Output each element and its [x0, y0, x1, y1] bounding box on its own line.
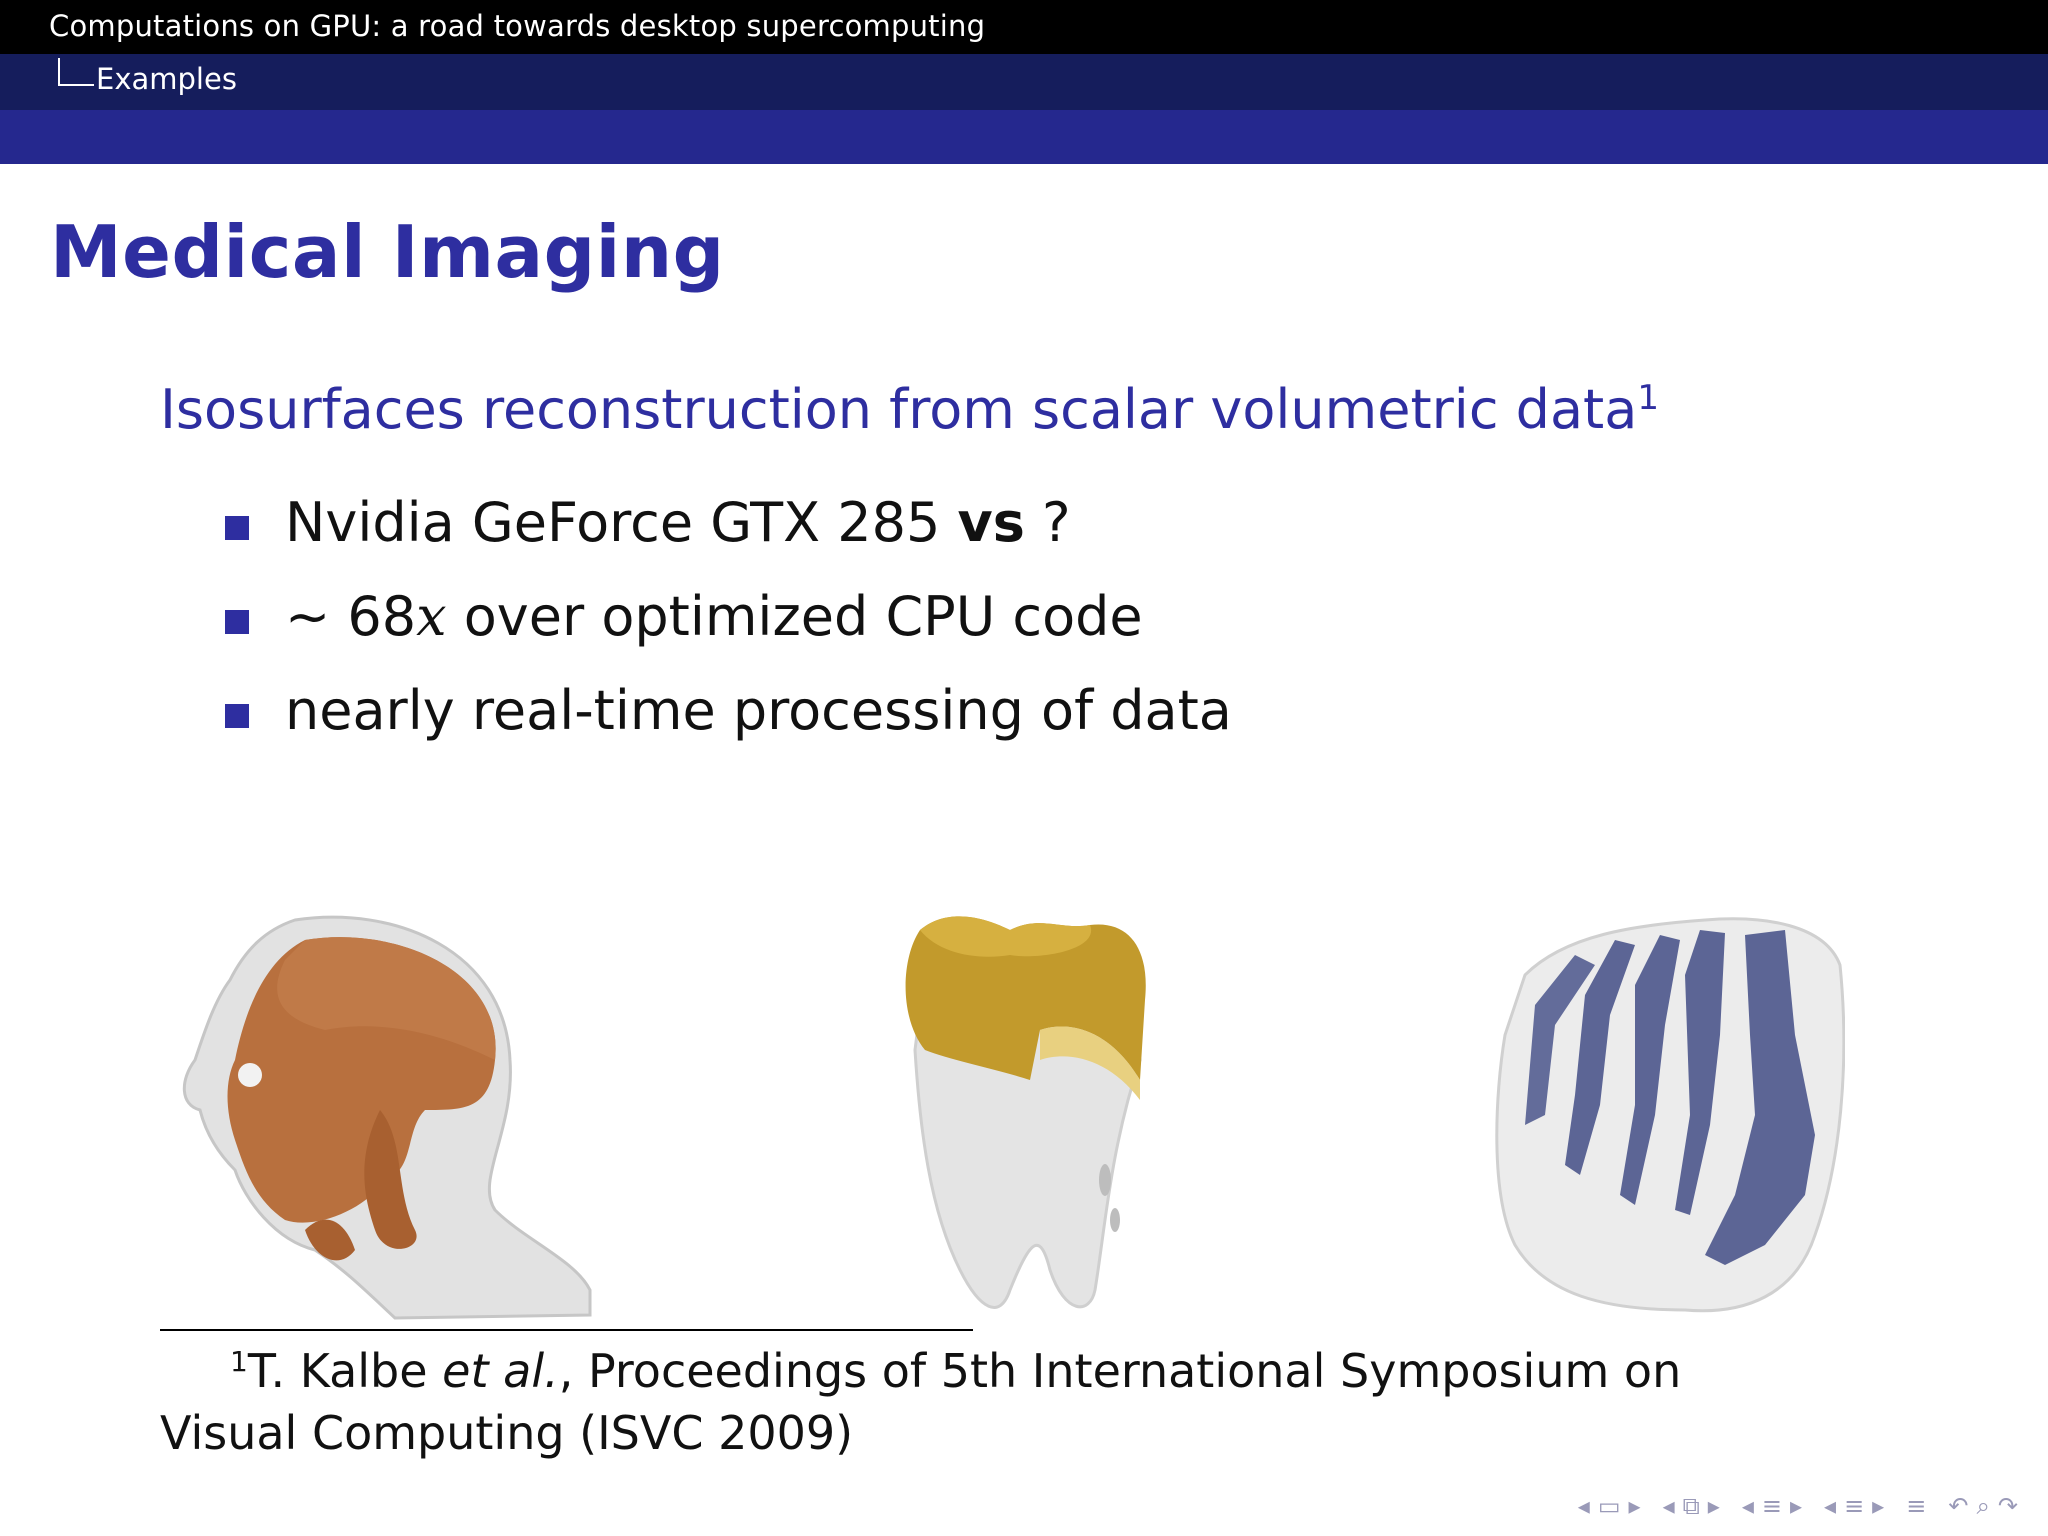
- block-title-text: Isosurfaces reconstruction from scalar v…: [160, 378, 1638, 441]
- nav-search-group: ↶ ⌕ ↷: [1948, 1492, 2018, 1520]
- foot-bones-image: [1495, 917, 1845, 1313]
- bullet-tail: ?: [1024, 491, 1071, 554]
- bullet-bold: vs: [957, 491, 1025, 554]
- head-skull-image: [182, 915, 592, 1320]
- bullet-square-icon: [225, 610, 249, 634]
- footnote-mark: 1: [1637, 378, 1659, 418]
- arrow-right-icon[interactable]: ▸: [1708, 1492, 1720, 1520]
- header-title-bar: Computations on GPU: a road towards desk…: [0, 0, 2048, 54]
- nav-subsection-group: ◂ ⧉ ▸: [1663, 1492, 1720, 1520]
- bullet-list: Nvidia GeForce GTX 285 vs ? ∼ 68x over o…: [225, 488, 1232, 770]
- bullet-italic: x: [416, 585, 447, 648]
- search-icon[interactable]: ⌕: [1976, 1492, 1989, 1520]
- arrow-left-icon[interactable]: ◂: [1578, 1492, 1590, 1520]
- align-icon[interactable]: ≡: [1906, 1492, 1926, 1520]
- arrow-right-icon[interactable]: ▸: [1790, 1492, 1802, 1520]
- header-accent-bar: [0, 110, 2048, 164]
- footnote-author: T. Kalbe: [247, 1344, 443, 1398]
- footnote: 1T. Kalbe et al., Proceedings of 5th Int…: [160, 1340, 1800, 1464]
- bullet-text: over optimized CPU code: [446, 585, 1143, 648]
- frame-title: Medical Imaging: [50, 210, 725, 294]
- footnote-number: 1: [230, 1344, 248, 1378]
- tree-elbow-icon: [58, 58, 94, 86]
- footnote-rule: [160, 1329, 973, 1331]
- bullet-item: ∼ 68x over optimized CPU code: [225, 582, 1232, 676]
- arrow-left-icon[interactable]: ◂: [1742, 1492, 1754, 1520]
- bullet-item: nearly real-time processing of data: [225, 676, 1232, 770]
- bullet-square-icon: [225, 704, 249, 728]
- redo-icon[interactable]: ↷: [1998, 1492, 2018, 1520]
- frame-icon[interactable]: ▭: [1598, 1492, 1621, 1520]
- section-name: Examples: [96, 62, 237, 96]
- arrow-left-icon[interactable]: ◂: [1663, 1492, 1675, 1520]
- presentation-icon[interactable]: ≡: [1844, 1492, 1864, 1520]
- presentation-title: Computations on GPU: a road towards desk…: [49, 9, 986, 43]
- header-section-bar: Examples: [0, 54, 2048, 110]
- nav-frame-group: ◂ ▭ ▸: [1578, 1492, 1641, 1520]
- bullet-text: Nvidia GeForce GTX 285: [285, 491, 958, 554]
- bullet-item: Nvidia GeForce GTX 285 vs ?: [225, 488, 1232, 582]
- bullet-prefix: ∼ 68: [285, 585, 417, 648]
- footnote-etal: et al.: [442, 1344, 559, 1398]
- subsection-icon[interactable]: ⧉: [1683, 1492, 1700, 1520]
- block-title: Isosurfaces reconstruction from scalar v…: [160, 378, 1659, 441]
- arrow-left-icon[interactable]: ◂: [1824, 1492, 1836, 1520]
- nav-section-group: ◂ ≡ ▸: [1742, 1492, 1802, 1520]
- beamer-navigation: ◂ ▭ ▸ ◂ ⧉ ▸ ◂ ≡ ▸ ◂ ≡ ▸ ≡ ↶ ⌕ ↷: [1578, 1486, 2018, 1526]
- tooth-image: [905, 916, 1146, 1309]
- undo-icon[interactable]: ↶: [1948, 1492, 1968, 1520]
- arrow-right-icon[interactable]: ▸: [1872, 1492, 1884, 1520]
- bullet-square-icon: [225, 516, 249, 540]
- section-icon[interactable]: ≡: [1762, 1492, 1782, 1520]
- bullet-text: nearly real-time processing of data: [285, 679, 1232, 742]
- nav-presentation-group: ◂ ≡ ▸: [1824, 1492, 1884, 1520]
- arrow-right-icon[interactable]: ▸: [1629, 1492, 1641, 1520]
